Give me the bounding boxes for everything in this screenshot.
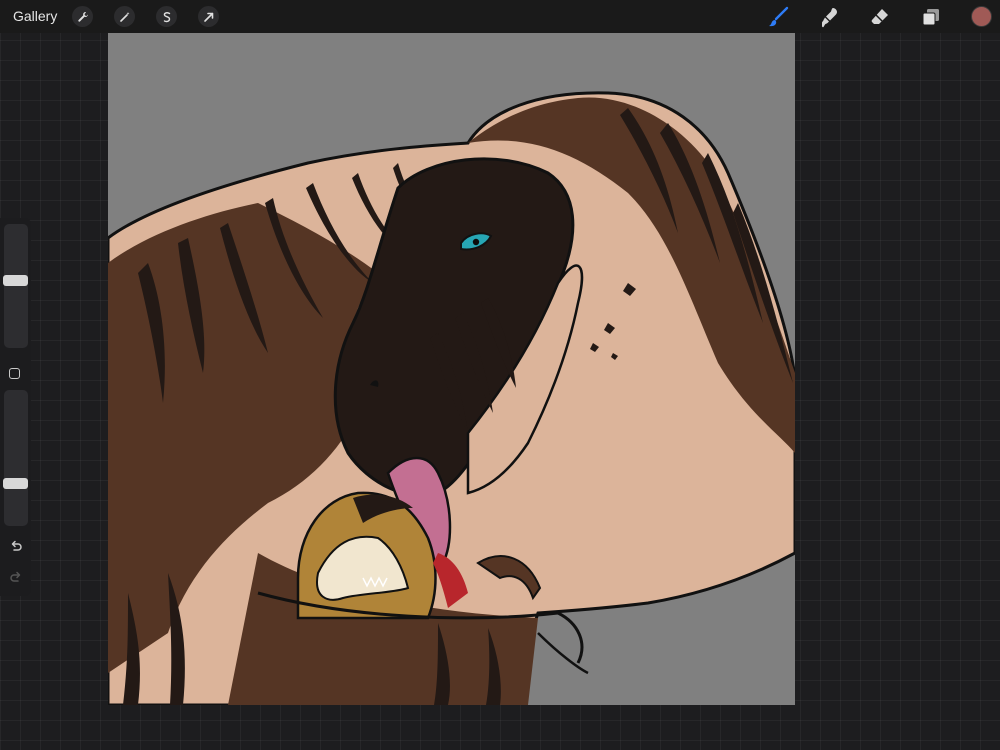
left-sidebar [0, 218, 31, 596]
opacity-slider[interactable] [3, 390, 28, 526]
opacity-thumb[interactable] [3, 478, 28, 489]
selection-button[interactable] [156, 6, 177, 27]
transform-button[interactable] [198, 6, 219, 27]
undo-icon[interactable] [7, 538, 24, 555]
wrench-icon [77, 11, 89, 23]
actions-button[interactable] [72, 6, 93, 27]
drawing-canvas[interactable] [108, 33, 795, 705]
layers-icon [920, 6, 942, 28]
gallery-button[interactable]: Gallery [13, 8, 57, 24]
arrow-cursor-icon [203, 11, 215, 23]
redo-icon[interactable] [7, 569, 24, 586]
smudge-tool-button[interactable] [817, 5, 841, 29]
smudge-icon [818, 6, 840, 28]
eraser-tool-button[interactable] [868, 5, 892, 29]
brush-size-slider[interactable] [3, 224, 28, 348]
eraser-icon [869, 6, 891, 28]
magic-wand-icon [119, 11, 131, 23]
brush-size-thumb[interactable] [3, 275, 28, 286]
dinosaur-artwork [108, 33, 795, 705]
adjustments-button[interactable] [114, 6, 135, 27]
layers-button[interactable] [919, 5, 943, 29]
brush-tool-button[interactable] [766, 5, 790, 29]
brush-icon [767, 6, 789, 28]
color-picker-button[interactable] [971, 6, 992, 27]
square-modify-icon[interactable] [9, 368, 20, 379]
top-toolbar: Gallery [0, 0, 1000, 33]
selection-icon [161, 11, 173, 23]
